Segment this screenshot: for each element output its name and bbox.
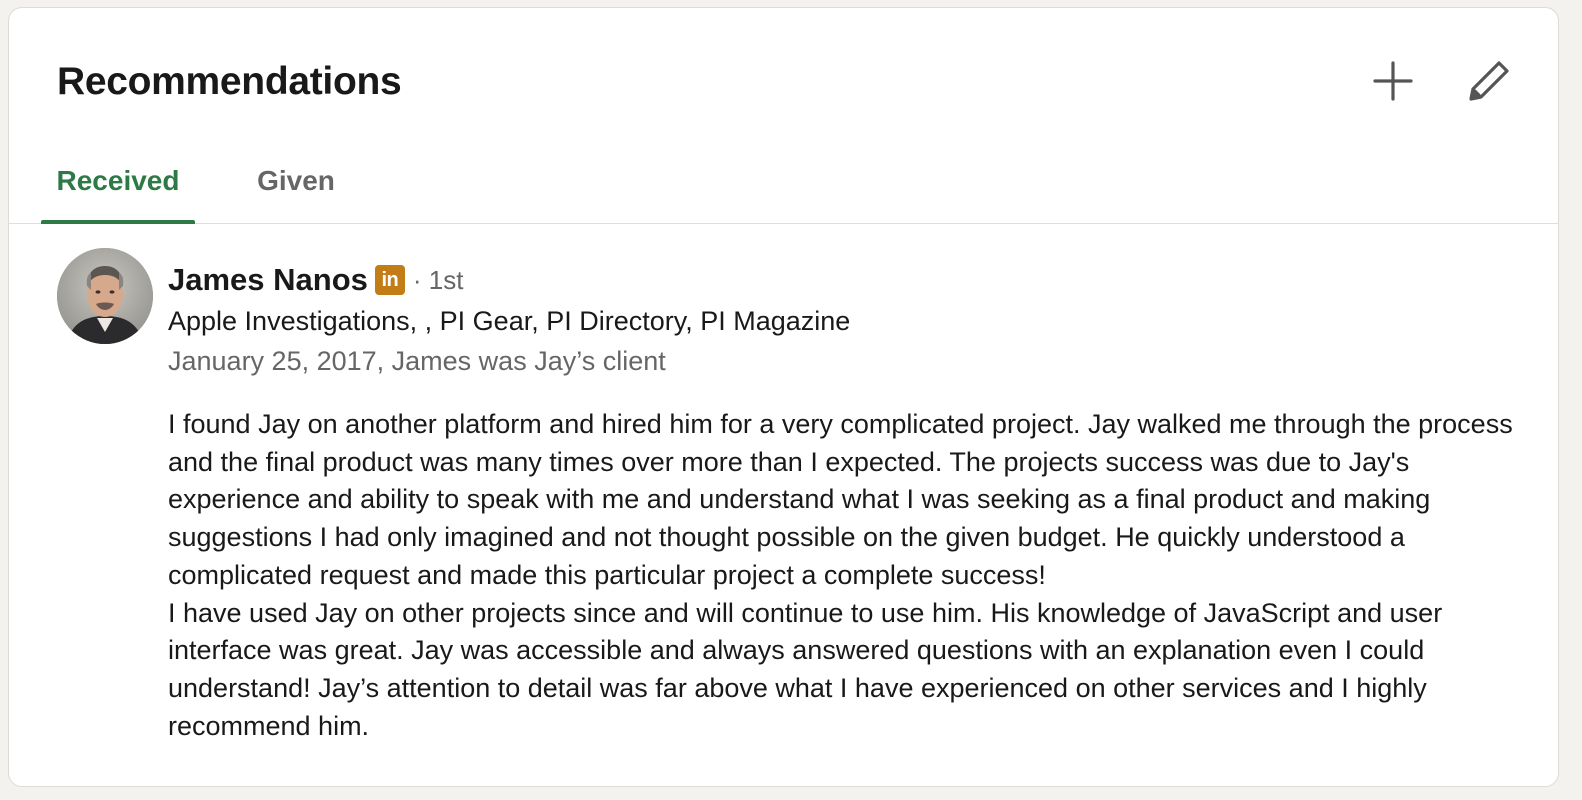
edit-recommendations-button[interactable]	[1461, 53, 1517, 109]
card-header: Recommendations	[9, 8, 1558, 158]
pencil-icon	[1469, 61, 1509, 101]
plus-icon	[1373, 61, 1413, 101]
recommender-headline: Apple Investigations, , PI Gear, PI Dire…	[168, 306, 851, 336]
section-title: Recommendations	[57, 60, 402, 103]
recommender-name[interactable]: James Nanos	[168, 262, 368, 298]
recommendation-date-relationship: January 25, 2017, James was Jay’s client	[168, 346, 666, 376]
linkedin-premium-badge-icon: in	[374, 265, 405, 295]
connection-degree: · 1st	[412, 264, 464, 295]
avatar[interactable]	[57, 248, 153, 344]
recommendations-tabs: Received Given	[9, 138, 1558, 224]
tab-received[interactable]: Received	[41, 138, 195, 224]
recommender-name-line: James Nanos in · 1st	[168, 260, 463, 300]
recommendation-paragraph: I found Jay on another platform and hire…	[168, 409, 1513, 590]
recommendations-card: Recommendations Received Given James Nan…	[8, 7, 1559, 787]
recommendation-text: I found Jay on another platform and hire…	[168, 406, 1518, 745]
add-recommendation-button[interactable]	[1365, 53, 1421, 109]
profile-photo	[57, 248, 153, 344]
tab-given[interactable]: Given	[245, 138, 347, 223]
recommendation-paragraph: I have used Jay on other projects since …	[168, 597, 1443, 741]
